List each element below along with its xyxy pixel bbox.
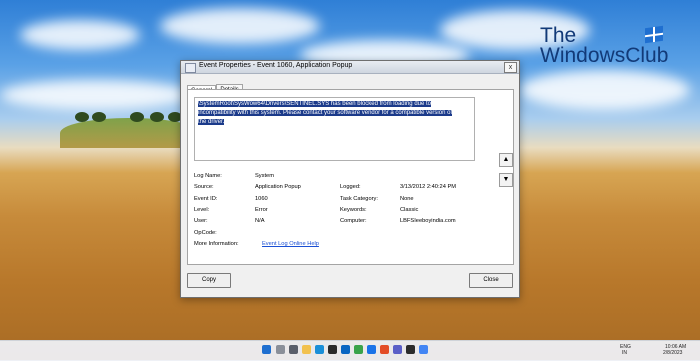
scroll-down-button[interactable]: ▼	[499, 173, 513, 187]
scroll-up-button[interactable]: ▲	[499, 153, 513, 167]
hill	[60, 118, 200, 148]
cloud	[520, 70, 690, 110]
cloud	[0, 80, 190, 110]
tree	[92, 112, 106, 122]
keywords-label: Keywords:	[340, 207, 367, 213]
search-icon[interactable]	[276, 345, 285, 354]
computer-label: Computer:	[340, 218, 367, 224]
keywords-value: Classic	[400, 207, 419, 213]
computer-value: LBFSIeeboyindia.com	[400, 218, 456, 224]
store-icon[interactable]	[328, 345, 337, 354]
titlebar[interactable]: Event Properties - Event 1060, Applicati…	[181, 61, 519, 74]
edge-icon[interactable]	[315, 345, 324, 354]
level-label: Level:	[194, 207, 210, 213]
message-line: incompatibility with this system. Please…	[198, 110, 453, 116]
event-id-value: 1060	[255, 196, 268, 202]
log-name-value: System	[255, 173, 274, 179]
terminal-icon[interactable]	[406, 345, 415, 354]
source-value: Application Popup	[255, 184, 301, 190]
file-explorer-icon[interactable]	[302, 345, 311, 354]
window-title: Event Properties - Event 1060, Applicati…	[199, 62, 353, 69]
opcode-label: OpCode:	[194, 230, 217, 236]
task-category-label: Task Category:	[340, 196, 378, 202]
start-icon[interactable]	[262, 345, 271, 354]
general-panel: \SystemRoot\SysWow64\Drivers\SENTINEL.SY…	[187, 89, 514, 265]
clock-date[interactable]: 2/8/2023	[663, 350, 682, 356]
taskbar	[0, 340, 700, 361]
logged-label: Logged:	[340, 184, 361, 190]
photos-icon[interactable]	[367, 345, 376, 354]
user-value: N/A	[255, 218, 265, 224]
copy-button[interactable]: Copy	[187, 273, 231, 288]
message-line: the driver.	[198, 119, 225, 125]
tab-bar: GeneralDetails	[187, 77, 243, 96]
log-name-label: Log Name:	[194, 173, 222, 179]
event-log-online-help-link[interactable]: Event Log Online Help	[262, 241, 319, 247]
tree	[150, 112, 164, 122]
event-properties-window: Event Properties - Event 1060, Applicati…	[180, 60, 520, 298]
event-viewer-icon	[185, 63, 196, 73]
teams-icon[interactable]	[393, 345, 402, 354]
message-line: \SystemRoot\SysWow64\Drivers\SENTINEL.SY…	[198, 101, 431, 107]
cloud	[20, 20, 140, 50]
close-button[interactable]: Close	[469, 273, 513, 288]
mail-icon[interactable]	[341, 345, 350, 354]
close-icon[interactable]: x	[504, 62, 517, 73]
tree	[130, 112, 144, 122]
source-label: Source:	[194, 184, 214, 190]
logged-value: 3/13/2012 2:40:24 PM	[400, 184, 456, 190]
event-id-label: Event ID:	[194, 196, 218, 202]
task-view-icon[interactable]	[289, 345, 298, 354]
event-message-box[interactable]: \SystemRoot\SysWow64\Drivers\SENTINEL.SY…	[194, 97, 475, 161]
task-category-value: None	[400, 196, 414, 202]
language-indicator-line2[interactable]: IN	[622, 350, 627, 356]
office-icon[interactable]	[380, 345, 389, 354]
user-label: User:	[194, 218, 208, 224]
xbox-icon[interactable]	[354, 345, 363, 354]
level-value: Error	[255, 207, 268, 213]
chrome-icon[interactable]	[419, 345, 428, 354]
more-info-label: More Information:	[194, 241, 239, 247]
watermark-line2: WindowsClub	[540, 44, 669, 67]
windows-logo-icon	[645, 25, 663, 44]
cloud	[160, 8, 320, 44]
tree	[75, 112, 89, 122]
